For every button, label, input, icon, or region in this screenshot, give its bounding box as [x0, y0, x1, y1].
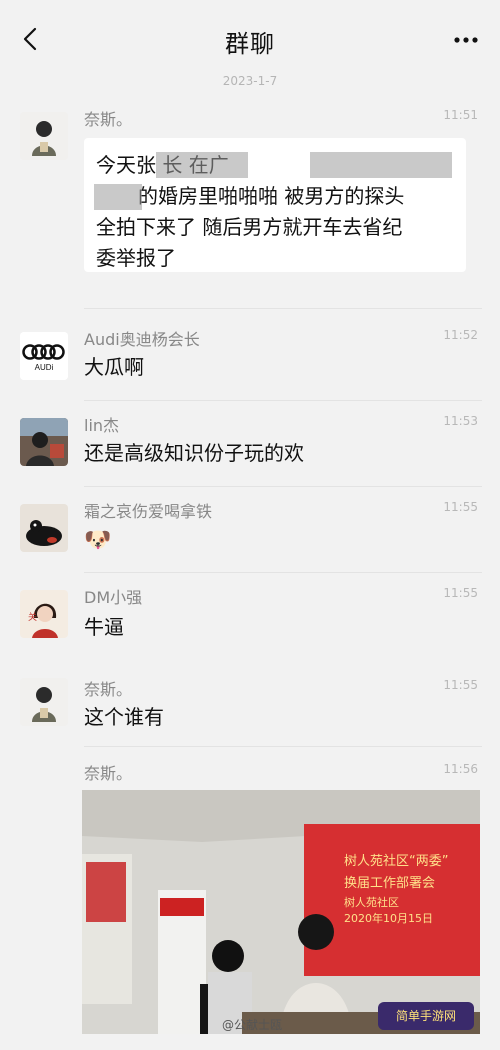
message-item: 奈斯。 11:51 今天张 长 在广 的婚房里啪啪啪 被男方的探头 全拍下来了 …	[0, 100, 500, 309]
message-photo[interactable]: 树人苑社区“两委” 换届工作部署会 树人苑社区 2020年10月15日 @公献士…	[82, 790, 480, 1034]
message-item: 霜之哀伤爱喝拿铁 11:55 🐶	[0, 492, 500, 573]
page-title: 群聊	[225, 30, 275, 58]
quote-line: 的婚房里啪啪啪 被男方的探头	[138, 184, 405, 208]
message-text[interactable]: 这个谁有	[84, 702, 164, 732]
message-text[interactable]: 牛逼	[84, 612, 124, 642]
banner-text: 树人苑社区“两委”	[344, 854, 449, 869]
banner-text: 换届工作部署会	[344, 876, 436, 891]
photo-watermark: @公献士瓯	[222, 1018, 283, 1032]
message-time: 11:56	[443, 762, 478, 776]
avatar[interactable]	[20, 112, 68, 160]
person-avatar-icon	[20, 112, 68, 160]
banner-text: 树人苑社区	[344, 896, 399, 909]
sender-name: DM小强	[84, 588, 143, 607]
sender-name: 霜之哀伤爱喝拿铁	[84, 502, 213, 521]
avatar[interactable]: AUDi	[20, 332, 68, 380]
bear-avatar-icon	[20, 504, 68, 552]
banner-text: 2020年10月15日	[344, 912, 433, 925]
avatar-label: 关	[28, 611, 37, 623]
message-text[interactable]: 大瓜啊	[84, 352, 144, 382]
divider	[84, 746, 482, 747]
message-item: 关 DM小强 11:55 牛逼	[0, 578, 500, 658]
divider	[84, 486, 482, 487]
dog-emoji[interactable]: 🐶	[84, 526, 111, 556]
sender-name: 奈斯。	[84, 764, 133, 783]
message-item: AUDi Audi奥迪杨会长 11:52 大瓜啊	[0, 320, 500, 401]
audi-logo-icon: AUDi	[20, 332, 68, 380]
message-item: lin杰 11:53 还是高级知识份子玩的欢	[0, 406, 500, 487]
girl-avatar-icon: 关	[20, 590, 68, 638]
top-bar: 群聊 2023-1-7	[0, 0, 500, 88]
divider	[84, 572, 482, 573]
message-time: 11:55	[443, 500, 478, 514]
message-quote-card[interactable]: 今天张 长 在广 的婚房里啪啪啪 被男方的探头 全拍下来了 随后男方就开车去省纪…	[84, 138, 466, 272]
sender-name: Audi奥迪杨会长	[84, 330, 200, 349]
message-text[interactable]: 还是高级知识份子玩的欢	[84, 438, 304, 468]
date-divider: 2023-1-7	[222, 74, 278, 88]
more-dots-icon[interactable]	[450, 26, 482, 54]
message-time: 11:55	[443, 678, 478, 692]
message-time: 11:51	[443, 108, 478, 122]
brand-logo: 简单手游网	[378, 1002, 474, 1030]
divider	[84, 400, 482, 401]
redaction-block	[94, 184, 142, 210]
person-avatar-icon	[20, 678, 68, 726]
redaction-block	[156, 152, 248, 178]
message-time: 11:53	[443, 414, 478, 428]
redaction-block	[310, 152, 452, 178]
quote-line: 全拍下来了 随后男方就开车去省纪	[96, 215, 403, 239]
avatar[interactable]	[20, 678, 68, 726]
divider	[84, 308, 482, 309]
message-time: 11:55	[443, 586, 478, 600]
sender-name: lin杰	[84, 416, 120, 435]
avatar[interactable]: 关	[20, 590, 68, 638]
avatar[interactable]	[20, 504, 68, 552]
sender-name: 奈斯。	[84, 110, 133, 129]
avatar-label: AUDi	[35, 363, 54, 372]
message-time: 11:52	[443, 328, 478, 342]
avatar[interactable]	[20, 418, 68, 466]
message-item: 奈斯。 11:55 这个谁有	[0, 664, 500, 747]
person-avatar-icon	[20, 418, 68, 466]
quote-line: 委举报了	[96, 246, 176, 270]
sender-name: 奈斯。	[84, 680, 133, 699]
